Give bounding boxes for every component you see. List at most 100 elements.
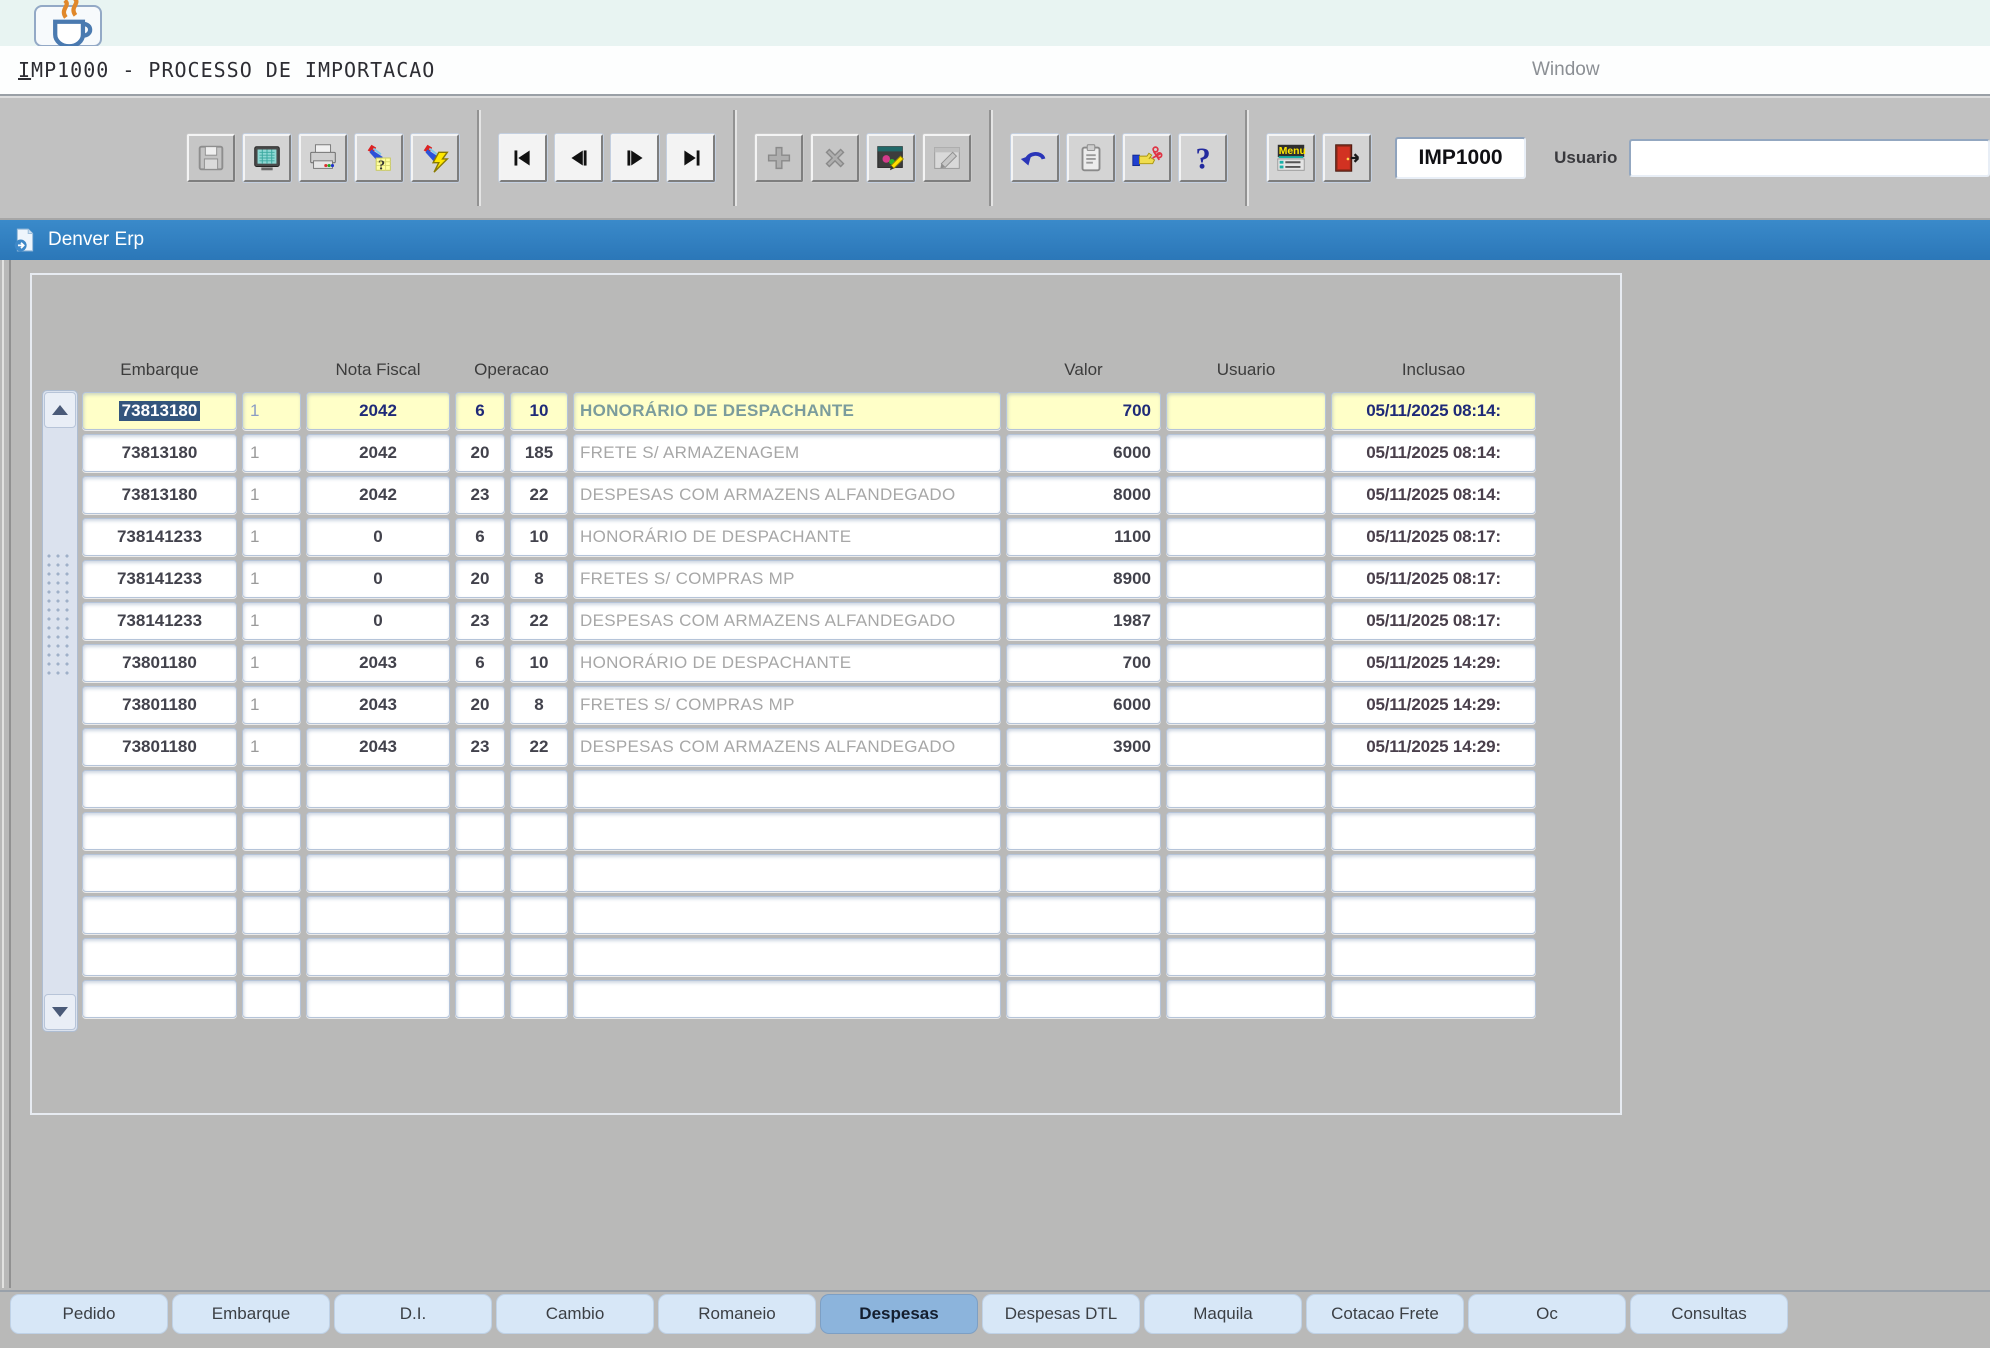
previous-record-button[interactable] xyxy=(555,134,603,182)
last-record-button[interactable] xyxy=(667,134,715,182)
grid-cell-op2[interactable]: 22 xyxy=(510,728,568,766)
grid-cell-empty[interactable] xyxy=(1006,770,1161,808)
grid-cell-empty[interactable] xyxy=(306,770,450,808)
tab-cotacao-frete[interactable]: Cotacao Frete xyxy=(1306,1294,1464,1334)
grid-cell-embarque[interactable]: 73813180 xyxy=(82,434,237,472)
first-record-button[interactable] xyxy=(499,134,547,182)
grid-cell-empty[interactable] xyxy=(306,854,450,892)
grid-cell-empty[interactable] xyxy=(242,812,301,850)
grid-cell-inclusao[interactable]: 05/11/2025 14:29: xyxy=(1331,728,1536,766)
grid-cell-usuario[interactable] xyxy=(1166,602,1326,640)
grid-cell-nota-fiscal[interactable]: 0 xyxy=(306,518,450,556)
grid-cell-empty[interactable] xyxy=(82,896,237,934)
execute-query-button[interactable] xyxy=(411,134,459,182)
module-code-field[interactable]: IMP1000 xyxy=(1395,137,1526,179)
grid-cell-empty[interactable] xyxy=(1331,770,1536,808)
grid-cell-usuario[interactable] xyxy=(1166,644,1326,682)
grid-cell-empty[interactable] xyxy=(1006,854,1161,892)
grid-cell-empty[interactable] xyxy=(1166,896,1326,934)
tab-despesas[interactable]: Despesas xyxy=(820,1294,978,1334)
grid-cell-seq[interactable]: 1 xyxy=(242,602,301,640)
grid-cell-empty[interactable] xyxy=(455,896,505,934)
java-applet-button[interactable] xyxy=(34,5,102,47)
grid-cell-nota-fiscal[interactable]: 0 xyxy=(306,560,450,598)
grid-cell-embarque[interactable]: 738141233 xyxy=(82,602,237,640)
grid-cell-empty[interactable] xyxy=(242,980,301,1018)
print-button[interactable] xyxy=(299,134,347,182)
grid-cell-empty[interactable] xyxy=(82,980,237,1018)
tab-despesas-dtl[interactable]: Despesas DTL xyxy=(982,1294,1140,1334)
grid-cell-empty[interactable] xyxy=(82,770,237,808)
save-button[interactable] xyxy=(187,134,235,182)
grid-cell-empty[interactable] xyxy=(1331,980,1536,1018)
grid-cell-inclusao[interactable]: 05/11/2025 08:17: xyxy=(1331,602,1536,640)
grid-cell-usuario[interactable] xyxy=(1166,434,1326,472)
grid-cell-empty[interactable] xyxy=(510,896,568,934)
grid-cell-nota-fiscal[interactable]: 2042 xyxy=(306,434,450,472)
grid-cell-empty[interactable] xyxy=(242,854,301,892)
grid-cell-empty[interactable] xyxy=(510,938,568,976)
grid-cell-seq[interactable]: 1 xyxy=(242,392,301,430)
grid-cell-descricao[interactable]: HONORÁRIO DE DESPACHANTE xyxy=(573,644,1001,682)
scrollbar-thumb[interactable] xyxy=(46,553,72,678)
grid-cell-empty[interactable] xyxy=(1166,980,1326,1018)
grid-cell-op1[interactable]: 20 xyxy=(455,434,505,472)
grid-cell-seq[interactable]: 1 xyxy=(242,686,301,724)
grid-cell-descricao[interactable]: DESPESAS COM ARMAZENS ALFANDEGADO xyxy=(573,476,1001,514)
grid-cell-empty[interactable] xyxy=(1006,938,1161,976)
tab-romaneio[interactable]: Romaneio xyxy=(658,1294,816,1334)
grid-cell-op2[interactable]: 10 xyxy=(510,518,568,556)
grid-cell-usuario[interactable] xyxy=(1166,518,1326,556)
grid-cell-op1[interactable]: 20 xyxy=(455,686,505,724)
grid-cell-op1[interactable]: 6 xyxy=(455,518,505,556)
grid-cell-empty[interactable] xyxy=(242,896,301,934)
grid-cell-op2[interactable]: 185 xyxy=(510,434,568,472)
grid-cell-seq[interactable]: 1 xyxy=(242,560,301,598)
grid-cell-descricao[interactable]: DESPESAS COM ARMAZENS ALFANDEGADO xyxy=(573,728,1001,766)
grid-cell-seq[interactable]: 1 xyxy=(242,728,301,766)
usuario-input[interactable] xyxy=(1629,139,1990,177)
grid-cell-empty[interactable] xyxy=(1006,812,1161,850)
grid-cell-empty[interactable] xyxy=(573,980,1001,1018)
grid-cell-empty[interactable] xyxy=(455,938,505,976)
grid-cell-op1[interactable]: 23 xyxy=(455,728,505,766)
exit-button[interactable] xyxy=(1323,134,1371,182)
grid-cell-usuario[interactable] xyxy=(1166,476,1326,514)
grid-cell-valor[interactable]: 1987 xyxy=(1006,602,1161,640)
grid-cell-inclusao[interactable]: 05/11/2025 14:29: xyxy=(1331,644,1536,682)
grid-cell-empty[interactable] xyxy=(1166,854,1326,892)
grid-cell-usuario[interactable] xyxy=(1166,392,1326,430)
scroll-down-button[interactable] xyxy=(44,994,76,1030)
grid-cell-embarque[interactable]: 73813180 xyxy=(82,392,237,430)
grid-cell-valor[interactable]: 6000 xyxy=(1006,686,1161,724)
grid-cell-empty[interactable] xyxy=(1166,770,1326,808)
grid-cell-empty[interactable] xyxy=(455,812,505,850)
grid-cell-nota-fiscal[interactable]: 0 xyxy=(306,602,450,640)
grid-cell-empty[interactable] xyxy=(510,812,568,850)
grid-cell-descricao[interactable]: HONORÁRIO DE DESPACHANTE xyxy=(573,518,1001,556)
grid-cell-usuario[interactable] xyxy=(1166,560,1326,598)
grid-cell-embarque[interactable]: 738141233 xyxy=(82,518,237,556)
grid-cell-empty[interactable] xyxy=(1331,854,1536,892)
clipboard-button[interactable] xyxy=(1067,134,1115,182)
grid-cell-embarque[interactable]: 73801180 xyxy=(82,686,237,724)
tab-pedido[interactable]: Pedido xyxy=(10,1294,168,1334)
grid-cell-empty[interactable] xyxy=(1006,896,1161,934)
grid-cell-op1[interactable]: 20 xyxy=(455,560,505,598)
grid-cell-empty[interactable] xyxy=(1331,896,1536,934)
next-record-button[interactable] xyxy=(611,134,659,182)
grid-cell-empty[interactable] xyxy=(306,896,450,934)
grid-cell-empty[interactable] xyxy=(82,938,237,976)
tab-oc[interactable]: Oc xyxy=(1468,1294,1626,1334)
grid-cell-inclusao[interactable]: 05/11/2025 08:17: xyxy=(1331,560,1536,598)
grid-cell-empty[interactable] xyxy=(306,812,450,850)
tab-embarque[interactable]: Embarque xyxy=(172,1294,330,1334)
grid-cell-valor[interactable]: 700 xyxy=(1006,392,1161,430)
grid-cell-nota-fiscal[interactable]: 2043 xyxy=(306,686,450,724)
grid-cell-usuario[interactable] xyxy=(1166,686,1326,724)
help-button[interactable]: ? xyxy=(1179,134,1227,182)
grid-cell-empty[interactable] xyxy=(455,980,505,1018)
grid-cell-valor[interactable]: 700 xyxy=(1006,644,1161,682)
grid-cell-empty[interactable] xyxy=(573,938,1001,976)
grid-cell-empty[interactable] xyxy=(510,980,568,1018)
